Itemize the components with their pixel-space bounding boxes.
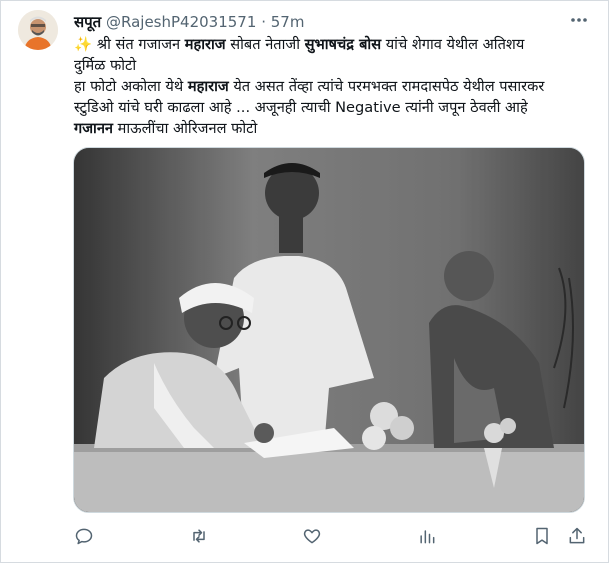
- avatar-image: [18, 10, 58, 50]
- author-handle[interactable]: @RajeshP42031571: [106, 13, 256, 31]
- tweet-text-line: ✨ श्री संत गजाजन महाराज सोबत नेताजी सुभा…: [74, 34, 594, 55]
- tweet-text-span: दुर्मिळ फोटो: [74, 57, 137, 74]
- views-icon[interactable]: [417, 526, 439, 548]
- photo-image: [74, 148, 584, 512]
- tweet-text-line: दुर्मिळ फोटो: [74, 55, 594, 76]
- tweet-text-span: यांचे शेगाव येथील अतिशय: [381, 36, 525, 53]
- tweet-text-span: सोबत नेताजी: [225, 36, 305, 53]
- tweet-text-bold: महाराज: [184, 36, 226, 53]
- tweet-header: सपूत @RajeshP42031571 · 57m: [74, 11, 591, 33]
- tweet-text-span: स्टुडिओ यांचे घरी काढला आहे ... अजूनही त…: [74, 99, 528, 116]
- tweet-text-span: हा फोटो अकोला येथे: [74, 78, 188, 95]
- reply-icon[interactable]: [74, 526, 96, 548]
- share-icon[interactable]: [567, 526, 589, 548]
- tweet-photo[interactable]: [73, 147, 585, 513]
- tweet-text-span: ✨ श्री संत गजाजन: [74, 36, 185, 53]
- bookmark-icon[interactable]: [532, 526, 554, 548]
- tweet-time[interactable]: 57m: [271, 13, 305, 31]
- more-horizontal-icon[interactable]: [569, 10, 589, 30]
- tweet-text-bold: महाराज: [187, 78, 229, 95]
- author-name[interactable]: सपूत: [74, 13, 101, 31]
- separator-dot: ·: [261, 13, 266, 31]
- like-icon[interactable]: [302, 526, 324, 548]
- tweet-text-bold: सुभाषचंद्र बोस: [304, 36, 382, 53]
- tweet-actions: [74, 526, 589, 548]
- tweet-text-line: स्टुडिओ यांचे घरी काढला आहे ... अजूनही त…: [74, 97, 594, 118]
- author-avatar[interactable]: [18, 10, 58, 50]
- tweet-text: ✨ श्री संत गजाजन महाराज सोबत नेताजी सुभा…: [74, 34, 594, 139]
- retweet-icon[interactable]: [189, 526, 211, 548]
- tweet-text-span: येत असत तेंव्हा त्यांचे परमभक्त रामदासपे…: [228, 78, 545, 95]
- tweet-text-line: हा फोटो अकोला येथे महाराज येत असत तेंव्ह…: [74, 76, 594, 97]
- tweet-text-bold: गजानन: [74, 120, 114, 137]
- tweet-text-line: गजानन माऊलींचा ओरिजनल फोटो: [74, 118, 594, 139]
- tweet-text-span: माऊलींचा ओरिजनल फोटो: [113, 120, 258, 137]
